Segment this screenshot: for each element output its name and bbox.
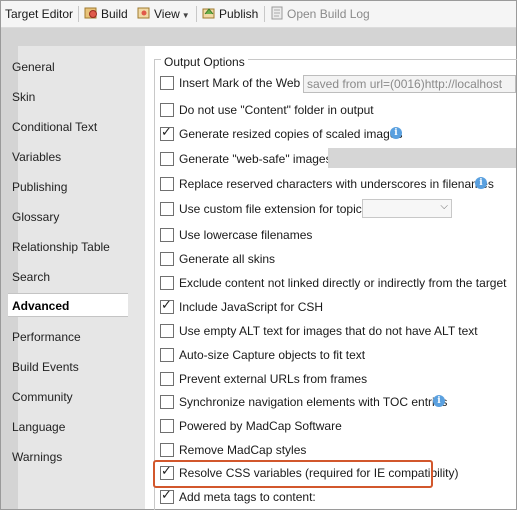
tab-publishing[interactable]: Publishing (12, 175, 128, 199)
open-build-log-button[interactable]: Open Build Log (270, 5, 370, 23)
checkbox[interactable] (160, 177, 174, 191)
checkbox[interactable] (160, 443, 174, 457)
tab-warnings[interactable]: Warnings (12, 445, 128, 469)
option-label: Exclude content not linked directly or i… (179, 276, 507, 290)
option-label: Use empty ALT text for images that do no… (179, 324, 478, 338)
chevron-down-icon: ⌵ (440, 201, 448, 212)
toolbar-separator (78, 6, 79, 22)
option-label: Use custom file extension for topics (179, 202, 368, 216)
build-button[interactable]: Build (84, 5, 128, 23)
option-label: Include JavaScript for CSH (179, 300, 324, 314)
checkbox[interactable] (160, 103, 174, 117)
tab-glossary[interactable]: Glossary (12, 205, 128, 229)
checkbox[interactable] (160, 488, 174, 504)
option-label: Synchronize navigation elements with TOC… (179, 395, 448, 409)
option-label: Add meta tags to content: (179, 490, 316, 504)
file-extension-select[interactable]: ⌵ (362, 199, 452, 218)
checkbox[interactable] (160, 276, 174, 290)
target-editor-window: Target Editor Build View ▼ Publish Open … (0, 0, 517, 510)
option-label: Generate resized copies of scaled images (179, 127, 403, 141)
tab-variables[interactable]: Variables (12, 145, 128, 169)
tab-general[interactable]: General (12, 55, 128, 79)
option-label: Auto-size Capture objects to fit text (179, 348, 366, 362)
option-label: Generate "web-safe" images (179, 152, 332, 166)
checkbox[interactable] (160, 395, 174, 409)
mark-of-web-input[interactable]: saved from url=(0016)http://localhost (303, 75, 516, 93)
tab-search[interactable]: Search (12, 265, 128, 289)
tab-relationship-table[interactable]: Relationship Table (12, 235, 128, 259)
checkbox[interactable] (160, 298, 174, 314)
view-icon (137, 7, 150, 19)
checkbox[interactable] (160, 348, 174, 362)
checkbox[interactable] (160, 76, 174, 90)
checkbox[interactable] (160, 419, 174, 433)
tab-build-events[interactable]: Build Events (12, 355, 128, 379)
option-label: Prevent external URLs from frames (179, 372, 368, 386)
publish-label: Publish (219, 7, 259, 21)
view-label: View (154, 7, 180, 21)
option-label: Use lowercase filenames (179, 228, 313, 242)
tab-performance[interactable]: Performance (12, 325, 128, 349)
option-label: Replace reserved characters with undersc… (179, 177, 494, 191)
info-icon[interactable]: i (475, 177, 487, 189)
info-icon[interactable]: i (433, 395, 445, 407)
checkbox[interactable] (160, 125, 174, 141)
view-button[interactable]: View ▼ (137, 5, 190, 23)
callout-highlight-box (153, 460, 433, 488)
toolbar-separator (196, 6, 197, 22)
web-safe-format-field (328, 148, 516, 168)
chevron-down-icon: ▼ (181, 11, 190, 20)
tab-language[interactable]: Language (12, 415, 128, 439)
tab-conditional-text[interactable]: Conditional Text (12, 115, 128, 139)
tab-community[interactable]: Community (12, 385, 128, 409)
checkbox[interactable] (160, 228, 174, 242)
tab-advanced[interactable]: Advanced (8, 293, 128, 317)
checkbox[interactable] (160, 324, 174, 338)
editor-title: Target Editor (5, 7, 74, 21)
option-label: Do not use "Content" folder in output (179, 103, 374, 117)
output-options-label: Output Options (161, 55, 248, 69)
publish-button[interactable]: Publish (202, 5, 258, 23)
option-label: Remove MadCap styles (179, 443, 307, 457)
open-build-log-label: Open Build Log (287, 7, 370, 21)
checkbox[interactable] (160, 202, 174, 216)
checkbox[interactable] (160, 152, 174, 166)
option-label: Insert Mark of the Web (179, 76, 301, 90)
log-icon (271, 6, 283, 20)
option-label: Generate all skins (179, 252, 276, 266)
tab-skin[interactable]: Skin (12, 85, 128, 109)
publish-icon (202, 8, 215, 19)
build-label: Build (101, 7, 128, 21)
option-label: Powered by MadCap Software (179, 419, 342, 433)
checkbox[interactable] (160, 372, 174, 386)
checkbox[interactable] (160, 252, 174, 266)
info-icon[interactable]: i (390, 127, 402, 139)
build-icon (84, 7, 97, 19)
toolbar-separator (264, 6, 265, 22)
toolbar: Target Editor Build View ▼ Publish Open … (1, 1, 516, 28)
